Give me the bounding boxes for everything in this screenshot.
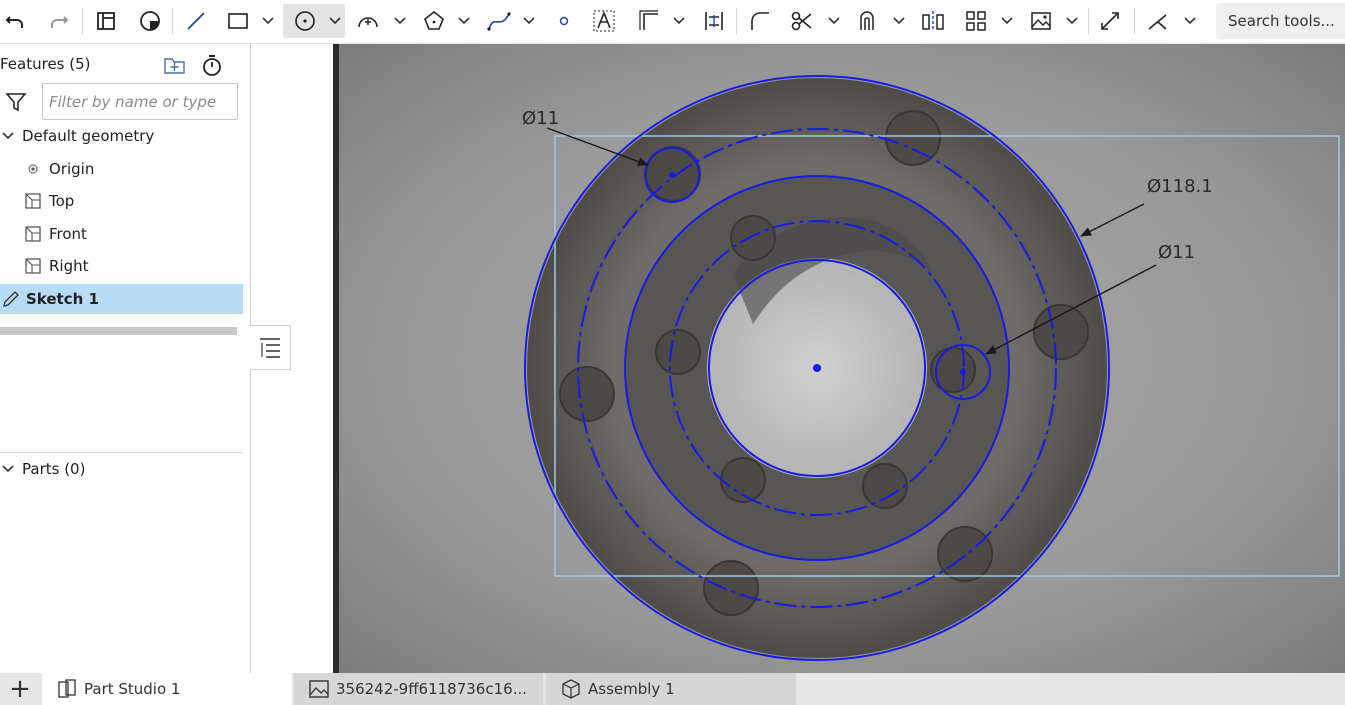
image-icon[interactable] (1027, 4, 1055, 38)
line-icon[interactable] (182, 4, 210, 38)
tree-item-label: Top (49, 192, 75, 210)
add-tab-button[interactable]: + (0, 673, 40, 705)
sketch-hole-point[interactable] (960, 369, 966, 375)
axis-icon[interactable] (1144, 4, 1172, 38)
filter-input[interactable] (42, 83, 238, 120)
dimension-outer-diameter[interactable]: Ø118.1 (1147, 176, 1213, 197)
plane-icon (25, 258, 41, 274)
offset-icon[interactable] (635, 4, 663, 38)
use-icon[interactable] (854, 4, 882, 38)
tab-assembly[interactable]: Assembly 1 (546, 673, 796, 705)
tab-label: Part Studio 1 (84, 680, 181, 698)
dimension-icon[interactable] (700, 4, 728, 38)
undo-icon[interactable] (2, 4, 28, 38)
chevron-down-icon[interactable] (1, 464, 15, 474)
search-tools-input[interactable]: Search tools... (1216, 3, 1345, 39)
add-folder-icon[interactable] (162, 52, 188, 82)
arc-icon[interactable] (354, 4, 382, 38)
sketch-canvas[interactable]: Ø11 Ø118.1 Ø11 (333, 44, 1345, 673)
normal-icon[interactable] (1096, 4, 1124, 38)
chevron-down-icon[interactable] (519, 4, 539, 38)
part-studio-icon (58, 679, 76, 698)
divider (0, 452, 243, 453)
parts-label: Parts (0) (22, 460, 86, 478)
sketch-icon[interactable] (92, 4, 120, 38)
chevron-down-icon[interactable] (390, 4, 410, 38)
timer-icon[interactable] (199, 52, 225, 82)
chevron-down-icon[interactable] (258, 4, 278, 38)
graphics-viewport[interactable]: Ø11 Ø118.1 Ø11 (333, 44, 1345, 673)
rectangle-icon[interactable] (224, 4, 252, 38)
tree-item-label: Right (49, 257, 89, 275)
chevron-down-icon[interactable] (325, 4, 345, 38)
filter-icon[interactable] (5, 92, 27, 116)
chevron-down-icon[interactable] (824, 4, 844, 38)
trim-icon[interactable] (788, 4, 816, 38)
features-title: Features (5) (0, 55, 91, 73)
display-icon[interactable] (136, 4, 164, 38)
bottom-tab-bar: + Part Studio 1 356242-9ff6118736c16... … (0, 673, 1345, 705)
sketch-label: Sketch 1 (26, 290, 99, 308)
image-icon (309, 680, 329, 698)
feature-panel: Features (5) Default geometry Origin Top… (0, 44, 251, 673)
search-tools-label: Search tools... (1228, 12, 1335, 30)
tree-item-front[interactable]: Front (0, 219, 243, 249)
chevron-down-icon[interactable] (1, 131, 15, 141)
default-geometry-row[interactable]: Default geometry (0, 121, 243, 151)
chevron-down-icon[interactable] (889, 4, 909, 38)
dimension-hole-inner[interactable]: Ø11 (1158, 242, 1195, 263)
feature-list-toggle[interactable] (250, 325, 291, 370)
plane-icon (25, 193, 41, 209)
dimension-hole-outer[interactable]: Ø11 (522, 108, 559, 129)
toolbar: Search tools... (0, 0, 1345, 44)
fillet-icon[interactable] (746, 4, 774, 38)
chevron-down-icon[interactable] (1180, 4, 1200, 38)
tab-label: Assembly 1 (588, 680, 675, 698)
tab-label: 356242-9ff6118736c16... (336, 680, 527, 698)
assembly-icon (562, 679, 580, 699)
chevron-down-icon[interactable] (1062, 4, 1082, 38)
tree-item-label: Front (49, 225, 87, 243)
default-geometry-label: Default geometry (22, 127, 155, 145)
point-icon[interactable] (552, 4, 576, 38)
parts-row[interactable]: Parts (0) (0, 454, 243, 484)
circle-icon[interactable] (283, 4, 327, 38)
polygon-icon[interactable] (420, 4, 448, 38)
tree-item-origin[interactable]: Origin (0, 154, 243, 184)
tree-item-label: Origin (49, 160, 95, 178)
tree-item-right[interactable]: Right (0, 251, 243, 281)
pattern-icon[interactable] (962, 4, 990, 38)
sketch-center-point[interactable] (813, 364, 821, 372)
origin-icon (28, 164, 38, 174)
pencil-icon (3, 291, 19, 307)
image-edge (333, 44, 339, 673)
list-icon (260, 337, 280, 358)
tab-part-studio[interactable]: Part Studio 1 (42, 673, 292, 705)
spline-icon[interactable] (484, 4, 514, 38)
scrollbar[interactable] (0, 327, 237, 335)
plane-icon (25, 226, 41, 242)
chevron-down-icon[interactable] (454, 4, 474, 38)
redo-icon[interactable] (46, 4, 72, 38)
tab-image[interactable]: 356242-9ff6118736c16... (294, 673, 543, 705)
tree-item-top[interactable]: Top (0, 186, 243, 216)
tree-item-sketch[interactable]: Sketch 1 (0, 284, 243, 314)
chevron-down-icon[interactable] (997, 4, 1017, 38)
mirror-icon[interactable] (918, 4, 948, 38)
text-icon[interactable] (590, 4, 618, 38)
chevron-down-icon[interactable] (669, 4, 689, 38)
sketch-hole-point[interactable] (669, 172, 675, 178)
